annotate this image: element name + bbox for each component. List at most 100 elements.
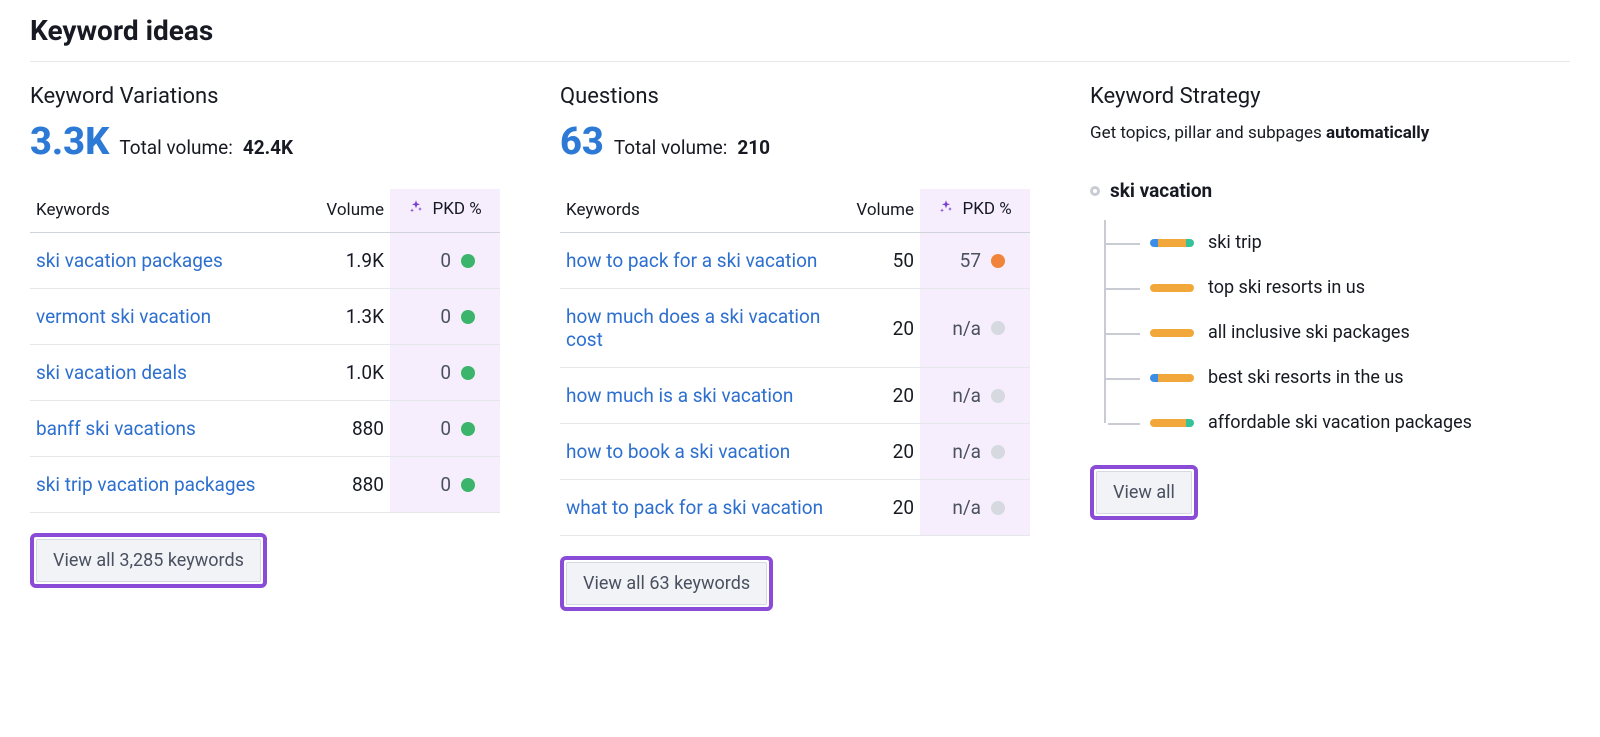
- keyword-link[interactable]: how much is a ski vacation: [566, 384, 793, 407]
- keyword-link[interactable]: what to pack for a ski vacation: [566, 496, 823, 519]
- keyword-link[interactable]: how to book a ski vacation: [566, 440, 790, 463]
- table-row: how to pack for a ski vacation5057: [560, 233, 1030, 289]
- sparkle-icon: [408, 199, 424, 220]
- view-all-strategy-button[interactable]: View all: [1096, 471, 1192, 514]
- table-row: ski vacation deals 1.0K 0: [30, 345, 500, 401]
- pkd-cell: 0: [390, 457, 500, 513]
- intent-bar-icon: [1150, 284, 1194, 292]
- pkd-value: 0: [440, 305, 451, 328]
- pkd-value: 0: [440, 473, 451, 496]
- difficulty-dot-icon: [461, 254, 475, 268]
- pkd-value: n/a: [952, 384, 981, 407]
- table-row: ski trip vacation packages 880 0: [30, 457, 500, 513]
- pkd-value: 0: [440, 361, 451, 384]
- keyword-variations-count: 3.3K: [30, 123, 109, 161]
- total-volume-label: Total volume:: [119, 136, 232, 159]
- th-keywords[interactable]: Keywords: [30, 189, 300, 233]
- keyword-strategy-subtitle: Get topics, pillar and subpages automati…: [1090, 123, 1570, 143]
- strategy-tree: ski vacation ski trip top ski resorts in …: [1090, 179, 1570, 445]
- volume-cell: 880: [300, 457, 390, 513]
- volume-cell: 1.3K: [300, 289, 390, 345]
- view-all-questions-button[interactable]: View all 63 keywords: [566, 562, 767, 605]
- strategy-item[interactable]: all inclusive ski packages: [1106, 310, 1570, 355]
- th-keywords[interactable]: Keywords: [560, 189, 830, 233]
- intent-bar-icon: [1150, 329, 1194, 337]
- volume-cell: 1.9K: [300, 233, 390, 289]
- difficulty-dot-icon: [461, 310, 475, 324]
- volume-cell: 20: [830, 289, 920, 368]
- pkd-cell: 0: [390, 345, 500, 401]
- keyword-variations-panel: Keyword Variations 3.3K Total volume: 42…: [30, 84, 500, 588]
- view-all-variations-button[interactable]: View all 3,285 keywords: [36, 539, 261, 582]
- strategy-root[interactable]: ski vacation: [1090, 179, 1570, 202]
- table-row: banff ski vacations8800: [30, 401, 500, 457]
- total-volume-value: 42.4K: [243, 136, 293, 159]
- radio-icon: [1090, 186, 1100, 196]
- sparkle-icon: [938, 199, 954, 220]
- table-row: what to pack for a ski vacation 20 n/a: [560, 480, 1030, 536]
- total-volume-label: Total volume:: [614, 136, 727, 159]
- table-row: how to book a ski vacation20n/a: [560, 424, 1030, 480]
- pkd-cell: 0: [390, 401, 500, 457]
- pkd-cell: n/a: [920, 480, 1030, 536]
- keyword-link[interactable]: ski vacation deals: [36, 361, 187, 384]
- pkd-cell: n/a: [920, 368, 1030, 424]
- keyword-link[interactable]: how much does a ski vacation cost: [566, 305, 820, 351]
- pkd-value: 0: [440, 417, 451, 440]
- keyword-link[interactable]: how to pack for a ski vacation: [566, 249, 817, 272]
- strategy-item-label: top ski resorts in us: [1208, 277, 1365, 298]
- table-row: how much does a ski vacation cost20 n/a: [560, 289, 1030, 368]
- questions-table: Keywords Volume PKD % how to pack for a …: [560, 189, 1030, 536]
- total-volume-value: 210: [737, 136, 770, 159]
- strategy-item[interactable]: affordable ski vacation packages: [1106, 400, 1570, 445]
- difficulty-dot-icon: [991, 254, 1005, 268]
- strategy-item[interactable]: ski trip: [1106, 220, 1570, 265]
- questions-count: 63: [560, 123, 604, 161]
- table-row: vermont ski vacation 1.3K 0: [30, 289, 500, 345]
- keyword-link[interactable]: ski vacation packages: [36, 249, 223, 272]
- keyword-variations-table: Keywords Volume PKD % ski vacation packa…: [30, 189, 500, 513]
- strategy-root-label: ski vacation: [1110, 179, 1212, 202]
- questions-metric: 63 Total volume: 210: [560, 123, 1030, 161]
- th-pkd-label: PKD %: [963, 199, 1012, 219]
- strategy-item-label: best ski resorts in the us: [1208, 367, 1404, 388]
- table-row: how much is a ski vacation 20 n/a: [560, 368, 1030, 424]
- pkd-cell: 57: [920, 233, 1030, 289]
- keyword-link[interactable]: ski trip vacation packages: [36, 473, 255, 496]
- volume-cell: 20: [830, 368, 920, 424]
- pkd-value: n/a: [952, 317, 981, 340]
- highlight-box: View all 63 keywords: [560, 556, 773, 611]
- th-volume[interactable]: Volume: [300, 189, 390, 233]
- page-title: Keyword ideas: [30, 14, 1570, 47]
- pkd-cell: 0: [390, 289, 500, 345]
- keyword-link[interactable]: vermont ski vacation: [36, 305, 211, 328]
- keyword-strategy-panel: Keyword Strategy Get topics, pillar and …: [1090, 84, 1570, 520]
- questions-title: Questions: [560, 84, 1030, 109]
- keyword-strategy-title: Keyword Strategy: [1090, 84, 1570, 109]
- th-pkd[interactable]: PKD %: [920, 189, 1030, 233]
- divider: [30, 61, 1570, 62]
- strategy-item[interactable]: best ski resorts in the us: [1106, 355, 1570, 400]
- th-pkd-label: PKD %: [433, 199, 482, 219]
- difficulty-dot-icon: [461, 422, 475, 436]
- th-volume[interactable]: Volume: [830, 189, 920, 233]
- highlight-box: View all 3,285 keywords: [30, 533, 267, 588]
- keyword-link[interactable]: banff ski vacations: [36, 417, 196, 440]
- pkd-cell: 0: [390, 233, 500, 289]
- pkd-value: n/a: [952, 440, 981, 463]
- pkd-value: 0: [440, 249, 451, 272]
- strategy-item-label: all inclusive ski packages: [1208, 322, 1410, 343]
- questions-panel: Questions 63 Total volume: 210 Keywords …: [560, 84, 1030, 611]
- strategy-item-label: affordable ski vacation packages: [1208, 412, 1472, 433]
- intent-bar-icon: [1150, 239, 1194, 247]
- difficulty-dot-icon: [991, 321, 1005, 335]
- volume-cell: 20: [830, 480, 920, 536]
- difficulty-dot-icon: [991, 501, 1005, 515]
- th-pkd[interactable]: PKD %: [390, 189, 500, 233]
- pkd-value: n/a: [952, 496, 981, 519]
- difficulty-dot-icon: [461, 366, 475, 380]
- difficulty-dot-icon: [991, 445, 1005, 459]
- strategy-item[interactable]: top ski resorts in us: [1106, 265, 1570, 310]
- intent-bar-icon: [1150, 419, 1194, 427]
- volume-cell: 1.0K: [300, 345, 390, 401]
